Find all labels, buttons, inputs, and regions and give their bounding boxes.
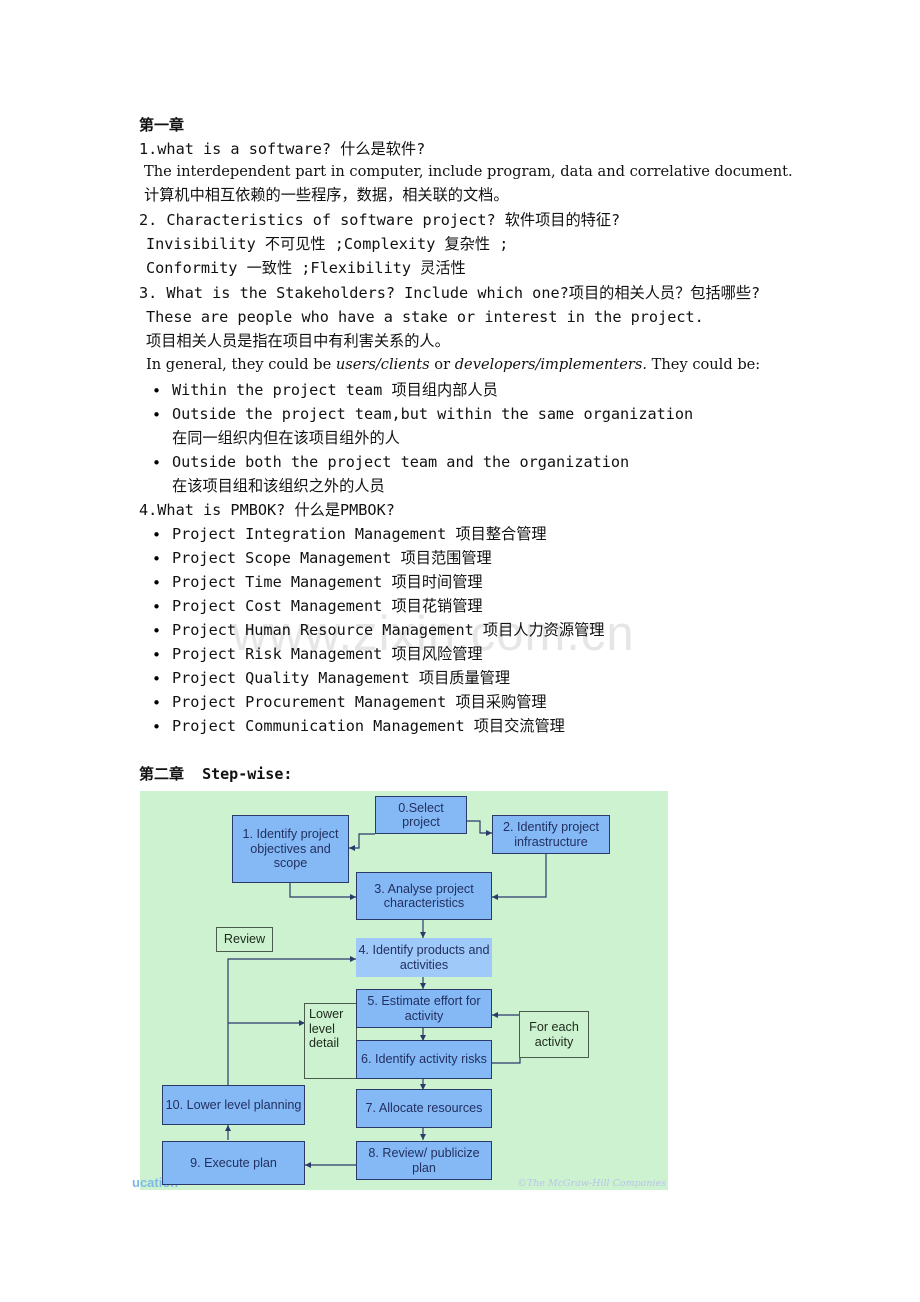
diagram-box-8-review-publicize: 8. Review/ publicize plan bbox=[356, 1141, 492, 1180]
chapter-2-title: 第二章 bbox=[139, 765, 185, 783]
step-wise-flow-diagram: Review Lower level detail For each activ… bbox=[132, 791, 668, 1190]
general-italic-2: developers/implementers. bbox=[454, 356, 648, 373]
question-2: 2. Characteristics of software project? … bbox=[139, 211, 621, 229]
pmbok-item-3: Project Time Management 项目时间管理 bbox=[172, 573, 483, 591]
question-1-answer-en: The interdependent part in computer, inc… bbox=[144, 163, 793, 180]
general-middle: or bbox=[429, 356, 455, 373]
general-italic-1: users/clients bbox=[335, 356, 430, 373]
bullet-marker: • bbox=[152, 622, 162, 640]
diagram-box-3-analyse-characteristics: 3. Analyse project characteristics bbox=[356, 872, 492, 920]
diagram-box-6-identify-risks: 6. Identify activity risks bbox=[356, 1040, 492, 1079]
bullet-marker: • bbox=[152, 454, 162, 472]
question-2-line-1: Invisibility 不可见性 ;Complexity 复杂性 ; bbox=[146, 235, 509, 253]
general-prefix: In general, they could be bbox=[146, 356, 336, 373]
pmbok-item-2: Project Scope Management 项目范围管理 bbox=[172, 549, 492, 567]
pmbok-item-4: Project Cost Management 项目花销管理 bbox=[172, 597, 483, 615]
diagram-box-5-estimate-effort: 5. Estimate effort for activity bbox=[356, 989, 492, 1028]
bullet-marker: • bbox=[152, 574, 162, 592]
bullet-marker: • bbox=[152, 550, 162, 568]
diagram-box-4-identify-products: 4. Identify products and activities bbox=[356, 938, 492, 977]
bullet-marker: • bbox=[152, 670, 162, 688]
q3-bullet-3-cn: 在该项目组和该组织之外的人员 bbox=[172, 477, 385, 495]
bullet-marker: • bbox=[152, 694, 162, 712]
question-1: 1.what is a software? 什么是软件? bbox=[139, 140, 426, 158]
question-3-answer-cn: 项目相关人员是指在项目中有利害关系的人。 bbox=[146, 332, 450, 350]
question-1-answer-cn: 计算机中相互依赖的一些程序，数据，相关联的文档。 bbox=[144, 186, 509, 204]
general-suffix: They could be: bbox=[647, 356, 761, 373]
mcgraw-hill-credit: ©The McGraw-Hill Companies bbox=[517, 1178, 666, 1189]
q3-bullet-2-en: Outside the project team,but within the … bbox=[172, 405, 694, 423]
chapter-2-subtitle: Step-wise: bbox=[202, 765, 293, 783]
bullet-marker: • bbox=[152, 526, 162, 544]
question-2-line-2: Conformity 一致性 ;Flexibility 灵活性 bbox=[146, 259, 466, 277]
diagram-box-lower-level-detail: Lower level detail bbox=[304, 1003, 357, 1079]
question-4: 4.What is PMBOK? 什么是PMBOK? bbox=[139, 501, 395, 519]
diagram-box-10-lower-level-planning: 10. Lower level planning bbox=[162, 1085, 305, 1125]
diagram-box-7-allocate-resources: 7. Allocate resources bbox=[356, 1089, 492, 1128]
pmbok-item-1: Project Integration Management 项目整合管理 bbox=[172, 525, 547, 543]
diagram-box-1-identify-objectives: 1. Identify project objectives and scope bbox=[232, 815, 349, 883]
chapter-1-heading: 第一章 bbox=[139, 116, 185, 134]
chapter-2-heading: 第二章 Step-wise: bbox=[139, 767, 292, 782]
q3-bullet-3-en: Outside both the project team and the or… bbox=[172, 453, 630, 471]
bullet-marker: • bbox=[152, 382, 162, 400]
bullet-marker: • bbox=[152, 598, 162, 616]
q3-bullet-2-cn: 在同一组织内但在该项目组外的人 bbox=[172, 429, 400, 447]
diagram-box-for-each-activity: For each activity bbox=[519, 1011, 589, 1058]
bullet-marker: • bbox=[152, 646, 162, 664]
pmbok-item-8: Project Procurement Management 项目采购管理 bbox=[172, 693, 547, 711]
question-3-general-line: In general, they could be users/clients … bbox=[146, 356, 761, 373]
pmbok-item-9: Project Communication Management 项目交流管理 bbox=[172, 717, 565, 735]
diagram-box-review: Review bbox=[216, 927, 273, 952]
bullet-marker: • bbox=[152, 406, 162, 424]
diagram-box-2-identify-infrastructure: 2. Identify project infrastructure bbox=[492, 815, 610, 854]
pmbok-item-7: Project Quality Management 项目质量管理 bbox=[172, 669, 511, 687]
question-3: 3. What is the Stakeholders? Include whi… bbox=[139, 284, 761, 302]
question-3-answer-en: These are people who have a stake or int… bbox=[146, 308, 704, 326]
pmbok-item-6: Project Risk Management 项目风险管理 bbox=[172, 645, 483, 663]
bullet-marker: • bbox=[152, 718, 162, 736]
pmbok-item-5: Project Human Resource Management 项目人力资源… bbox=[172, 621, 605, 639]
diagram-box-9-execute-plan: 9. Execute plan bbox=[162, 1141, 305, 1185]
diagram-box-0-select-project: 0.Select project bbox=[375, 796, 467, 834]
q3-bullet-1-en: Within the project team 项目组内部人员 bbox=[172, 381, 498, 399]
